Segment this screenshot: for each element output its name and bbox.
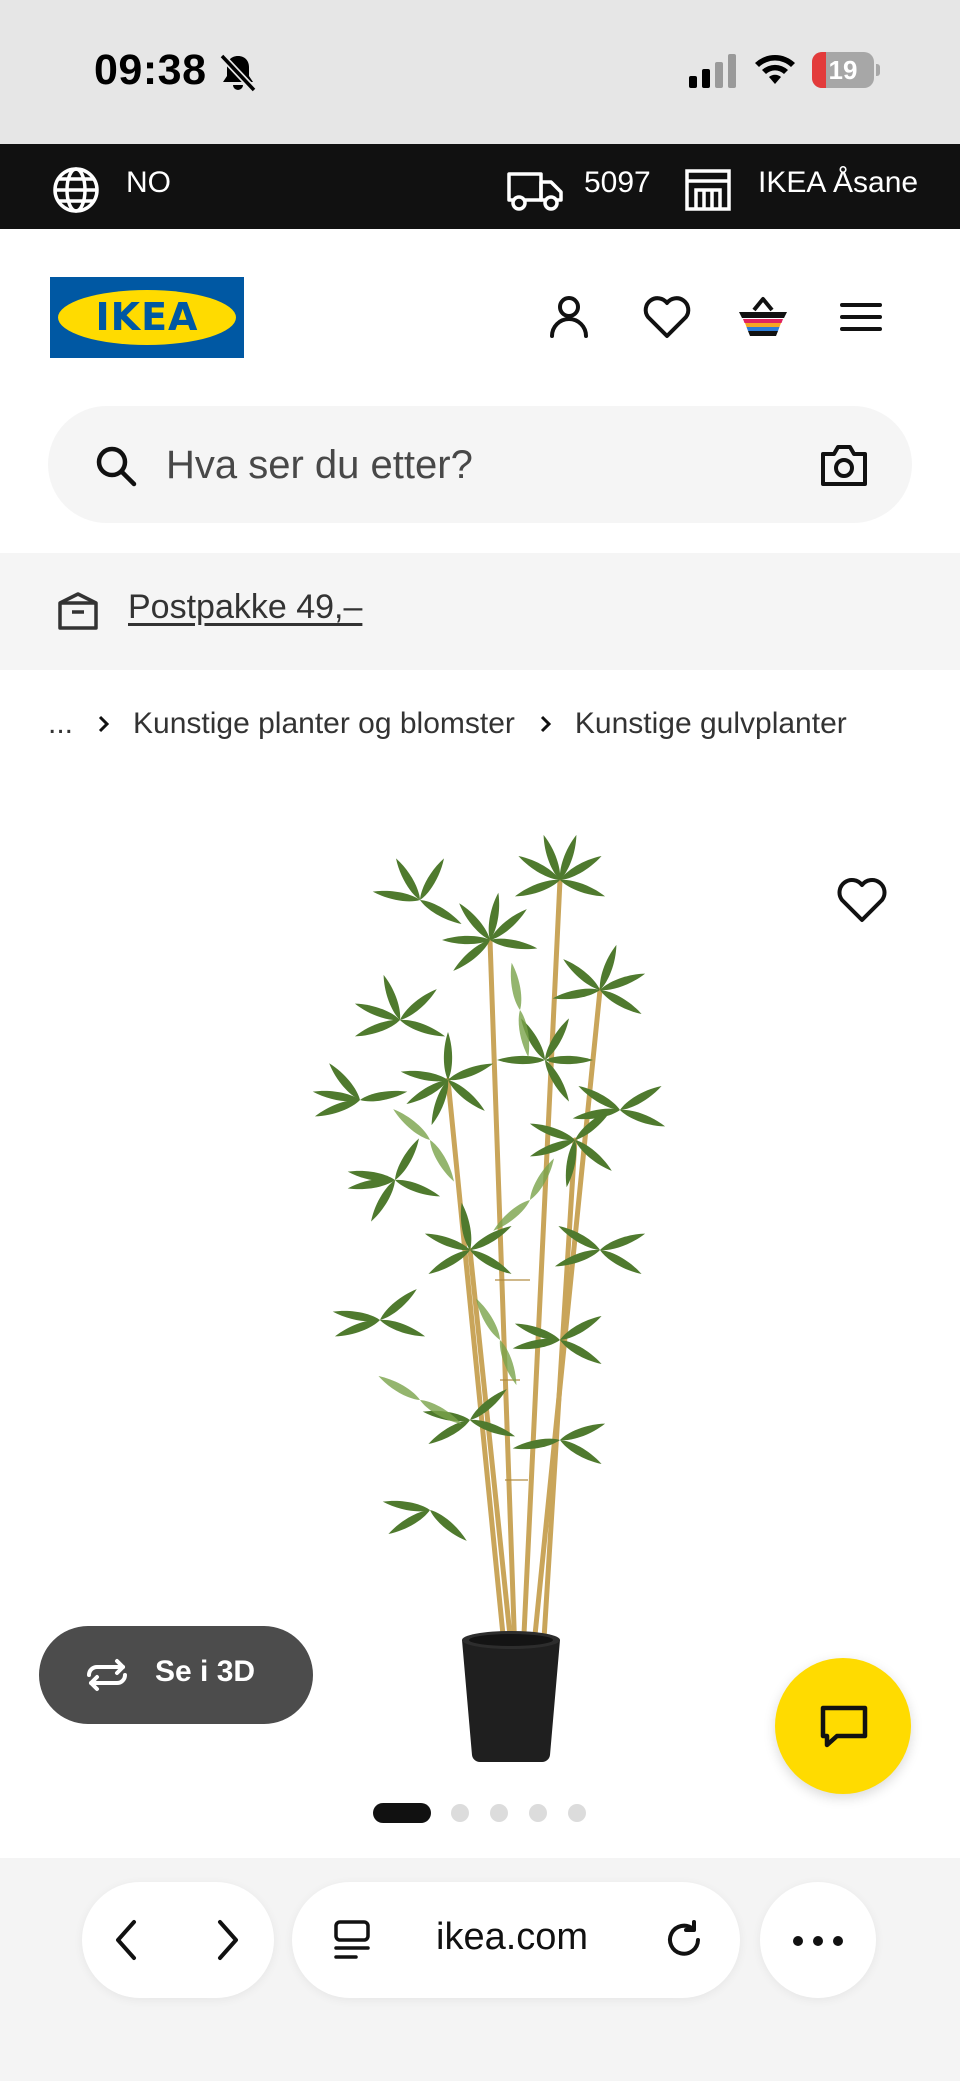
search-icon[interactable] xyxy=(94,444,138,488)
globe-icon[interactable] xyxy=(52,166,100,214)
basket-icon[interactable] xyxy=(736,290,790,344)
postcode[interactable]: 5097 xyxy=(584,166,651,200)
status-time: 09:38 xyxy=(94,46,207,94)
store-name[interactable]: IKEA Åsane xyxy=(758,166,918,200)
back-icon[interactable] xyxy=(106,1918,150,1962)
status-bar: 09:38 19 xyxy=(0,0,960,144)
reload-icon[interactable] xyxy=(662,1918,706,1962)
carousel-dot[interactable] xyxy=(529,1804,547,1822)
account-icon[interactable] xyxy=(542,290,596,344)
rotate-3d-icon xyxy=(81,1656,133,1694)
forward-icon[interactable] xyxy=(204,1918,248,1962)
search-bar[interactable] xyxy=(48,406,912,523)
wifi-icon xyxy=(752,50,798,90)
search-input[interactable] xyxy=(166,430,726,500)
tabs-icon[interactable] xyxy=(330,1918,374,1962)
carousel-dot-active[interactable] xyxy=(373,1803,431,1823)
cellular-signal-icon xyxy=(688,54,738,88)
product-image-carousel[interactable] xyxy=(0,780,960,1770)
address-bar[interactable]: ikea.com xyxy=(292,1882,740,1998)
truck-icon[interactable] xyxy=(506,168,564,212)
product-image xyxy=(312,833,667,1763)
chevron-right-icon xyxy=(540,715,552,733)
battery-level: 19 xyxy=(828,55,858,85)
bell-slash-icon xyxy=(218,52,258,94)
parcel-icon xyxy=(56,589,100,633)
heart-icon xyxy=(837,878,887,922)
shipping-banner-link[interactable]: Postpakke 49,– xyxy=(128,588,362,627)
url-text[interactable]: ikea.com xyxy=(436,1916,588,1959)
camera-icon[interactable] xyxy=(820,442,868,488)
breadcrumb: ... Kunstige planter og blomster Kunstig… xyxy=(48,704,847,744)
top-strip: NO 5097 IKEA Åsane xyxy=(0,144,960,229)
hamburger-menu-icon[interactable] xyxy=(834,290,888,344)
chevron-right-icon xyxy=(98,715,110,733)
browser-toolbar: ikea.com xyxy=(0,1858,960,2081)
store-icon[interactable] xyxy=(684,168,732,212)
view-in-3d-button[interactable]: Se i 3D xyxy=(39,1626,313,1724)
carousel-dot[interactable] xyxy=(490,1804,508,1822)
shipping-banner: Postpakke 49,– xyxy=(0,553,960,670)
browser-nav-group xyxy=(82,1882,274,1998)
more-icon xyxy=(792,1934,844,1946)
breadcrumb-item[interactable]: Kunstige planter og blomster xyxy=(133,707,515,741)
battery-icon: 19 xyxy=(812,52,880,88)
heart-icon[interactable] xyxy=(640,290,694,344)
language-selector[interactable]: NO xyxy=(126,166,171,200)
chat-icon xyxy=(819,1704,869,1750)
breadcrumb-item[interactable]: Kunstige gulvplanter xyxy=(575,707,847,741)
ikea-logo[interactable]: IKEA xyxy=(50,277,244,358)
carousel-indicator xyxy=(0,1801,960,1823)
add-to-wishlist-button[interactable] xyxy=(832,870,892,930)
view-in-3d-label: Se i 3D xyxy=(155,1655,256,1688)
more-button[interactable] xyxy=(760,1882,876,1998)
carousel-dot[interactable] xyxy=(451,1804,469,1822)
breadcrumb-ellipsis[interactable]: ... xyxy=(48,707,73,741)
chat-button[interactable] xyxy=(775,1658,911,1794)
logo-text: IKEA xyxy=(95,295,199,339)
carousel-dot[interactable] xyxy=(568,1804,586,1822)
